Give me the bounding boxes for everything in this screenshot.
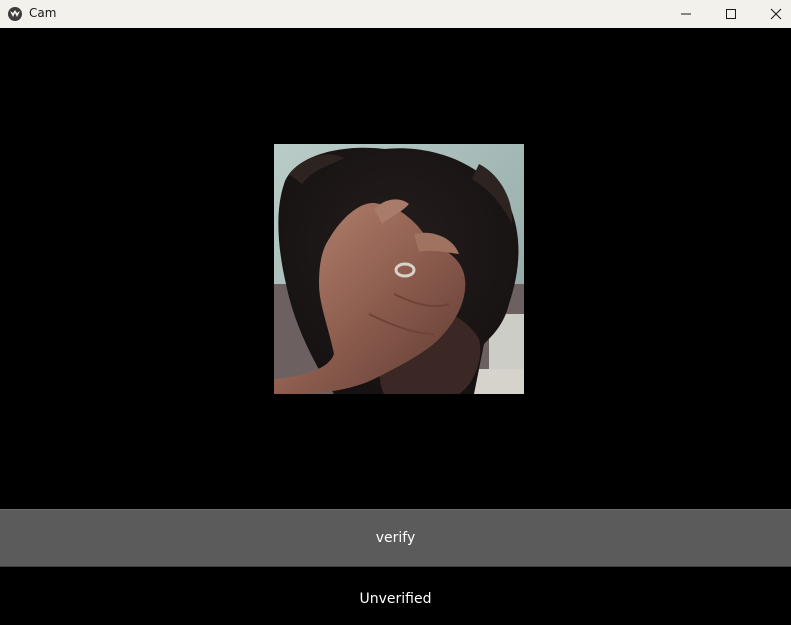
maximize-icon <box>726 9 736 19</box>
app-window: Cam verify Unverified <box>0 0 791 625</box>
maximize-button[interactable] <box>708 0 754 28</box>
close-button[interactable] <box>753 0 791 28</box>
minimize-button[interactable] <box>663 0 709 28</box>
minimize-icon <box>681 13 691 15</box>
window-title: Cam <box>29 6 57 20</box>
verify-button[interactable]: verify <box>0 509 791 567</box>
close-icon <box>770 8 782 20</box>
kivy-app-icon <box>8 7 22 21</box>
verification-status-label: Unverified <box>359 591 432 607</box>
title-bar[interactable]: Cam <box>0 0 791 28</box>
camera-feed-image <box>274 144 524 394</box>
